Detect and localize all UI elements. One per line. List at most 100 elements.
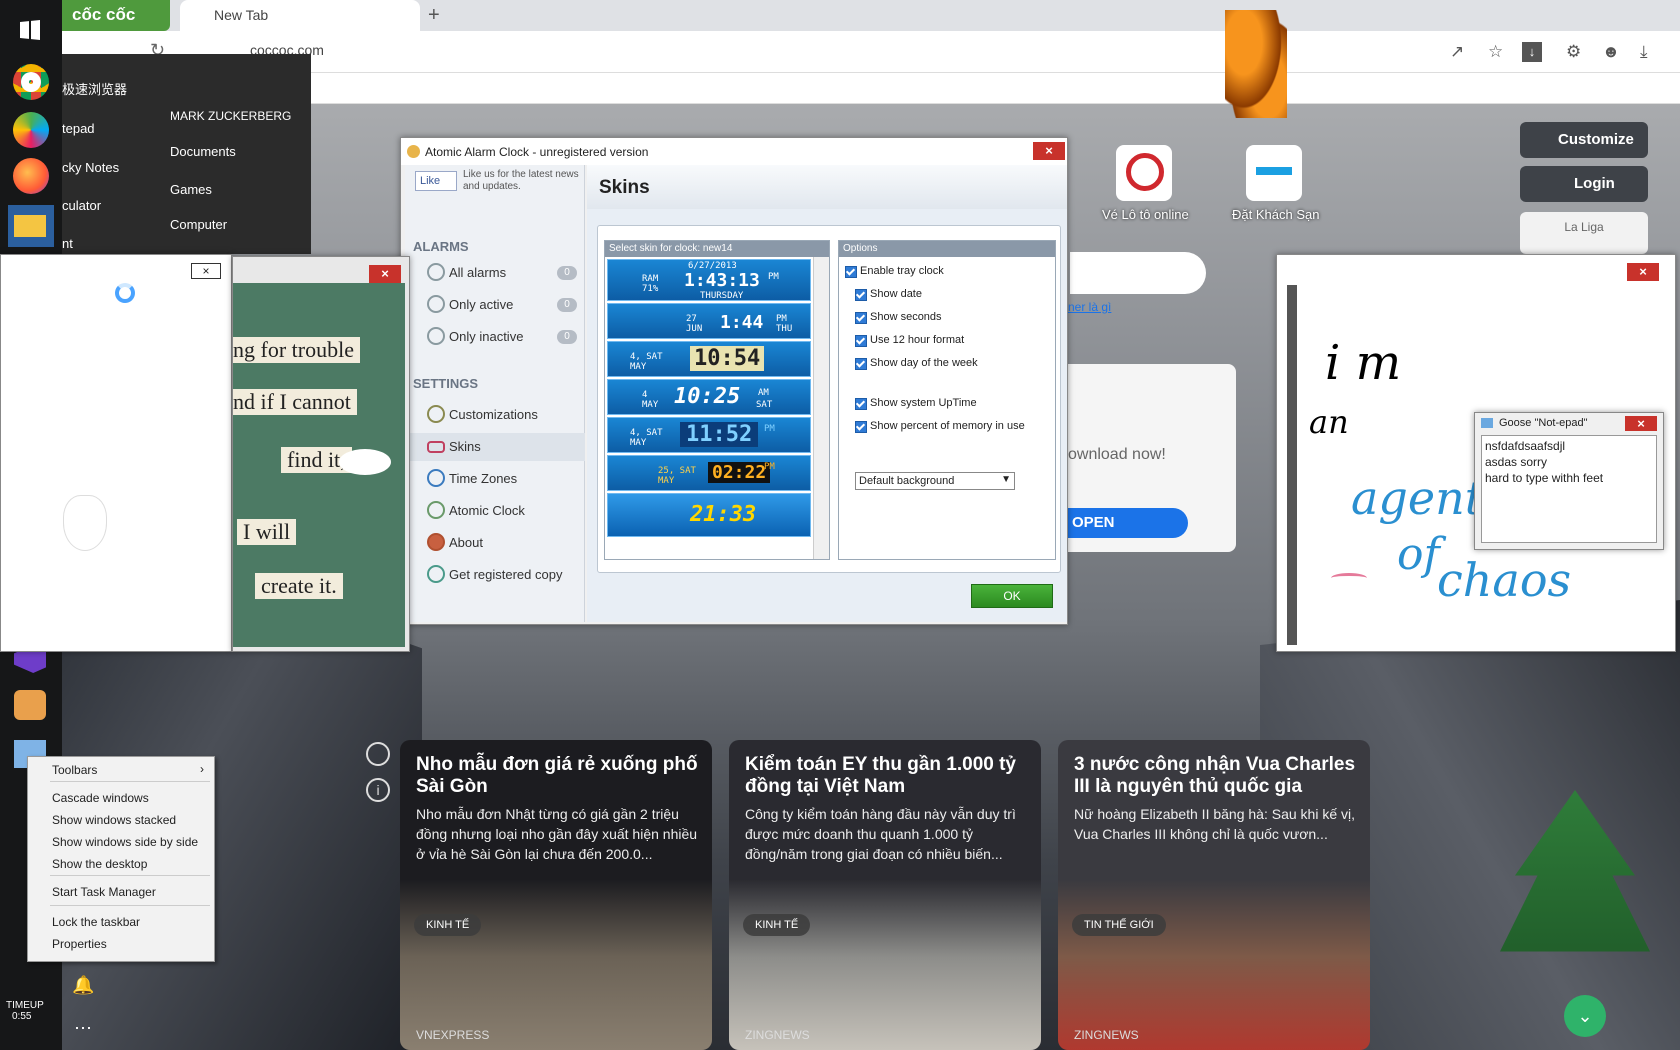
- show-system-uptime-checkbox[interactable]: Show system UpTime: [855, 397, 977, 410]
- file-explorer-icon[interactable]: [8, 205, 54, 247]
- start-right-item[interactable]: MARK ZUCKERBERG: [170, 109, 291, 123]
- info-icon[interactable]: i: [366, 778, 390, 802]
- sidebar-item-skins[interactable]: Skins: [405, 433, 585, 461]
- count-badge: 0: [557, 330, 577, 344]
- search-box[interactable]: [1070, 252, 1206, 294]
- start-left-item[interactable]: cky Notes: [62, 160, 152, 175]
- save-icon[interactable]: ⤓: [1640, 42, 1648, 62]
- shortcut-label: Vé Lô tô online: [1102, 207, 1189, 222]
- sidebar-item-time-zones[interactable]: Time Zones: [425, 465, 585, 493]
- skin-list-scrollbar[interactable]: [813, 257, 829, 559]
- sidebar-item-register[interactable]: Get registered copy: [425, 561, 585, 589]
- start-right-item[interactable]: Computer: [170, 217, 227, 232]
- profile-icon[interactable]: ☻: [1602, 42, 1620, 62]
- skin-option[interactable]: 4, SAT MAY 10:54: [607, 341, 811, 377]
- extensions-icon[interactable]: ⚙: [1566, 42, 1581, 62]
- shortcut-traveloka[interactable]: [1246, 145, 1302, 201]
- sidebar-item-only-active[interactable]: Only active 0: [425, 291, 585, 319]
- menu-item-task-manager[interactable]: Start Task Manager: [52, 885, 156, 899]
- chrome-icon[interactable]: [13, 64, 49, 100]
- paint-icon[interactable]: [14, 690, 46, 720]
- skin-ampm: PM: [776, 314, 787, 324]
- blank-window: ×: [0, 254, 232, 652]
- news-card[interactable]: 3 nước công nhận Vua Charles III là nguy…: [1058, 740, 1370, 1050]
- loading-spinner-icon: [115, 283, 135, 303]
- settings-gear-icon[interactable]: [366, 742, 390, 766]
- show-seconds-checkbox[interactable]: Show seconds: [855, 311, 942, 324]
- skin-list[interactable]: Select skin for clock: new14 6/27/2013 R…: [604, 240, 830, 560]
- customize-button[interactable]: Customize: [1520, 122, 1648, 158]
- menu-item-cascade[interactable]: Cascade windows: [52, 791, 149, 805]
- show-date-checkbox[interactable]: Show date: [855, 288, 922, 301]
- skin-date: 25, SAT MAY: [658, 466, 696, 486]
- menu-item-side-by-side[interactable]: Show windows side by side: [52, 835, 198, 849]
- close-button[interactable]: ×: [1625, 416, 1657, 431]
- skin-time: 21:33: [690, 502, 757, 527]
- news-title: Nho mẫu đơn giá rẻ xuống phố Sài Gòn: [416, 754, 698, 797]
- sidebar-item-all-alarms[interactable]: All alarms 0: [425, 259, 585, 287]
- start-left-item[interactable]: 极速浏览器: [62, 79, 152, 98]
- show-memory-checkbox[interactable]: Show percent of memory in use: [855, 420, 1025, 433]
- menu-item-toolbars[interactable]: Toolbars: [52, 763, 97, 777]
- close-button[interactable]: ×: [191, 263, 221, 279]
- item-label: Skins: [449, 439, 481, 454]
- coccoc-brand[interactable]: cốc cốc: [62, 0, 170, 31]
- start-left-item[interactable]: nt: [62, 236, 152, 251]
- share-icon[interactable]: ↗: [1450, 42, 1464, 62]
- skins-panel: Skins Select skin for clock: new14 6/27/…: [587, 165, 1067, 622]
- start-left-item[interactable]: tepad: [62, 121, 152, 136]
- close-button[interactable]: ×: [1627, 263, 1659, 281]
- news-description: Nho mẫu đơn Nhật từng có giá gần 2 triệu…: [416, 806, 698, 862]
- skin-option[interactable]: 25, SAT MAY 02:22 PM: [607, 455, 811, 491]
- like-button[interactable]: Like: [415, 171, 457, 191]
- firefox-icon[interactable]: [13, 158, 49, 194]
- menu-item-lock-taskbar[interactable]: Lock the taskbar: [52, 915, 140, 929]
- news-card[interactable]: Kiểm toán EY thu gần 1.000 tỷ đồng tại V…: [729, 740, 1041, 1050]
- close-button[interactable]: ×: [1033, 142, 1065, 160]
- news-card[interactable]: Nho mẫu đơn giá rẻ xuống phố Sài Gòn Nho…: [400, 740, 712, 1050]
- enable-tray-clock-checkbox[interactable]: Enable tray clock: [845, 265, 944, 278]
- scroll-down-icon[interactable]: ⌄: [1564, 995, 1606, 1037]
- poster-line: ng for trouble: [233, 337, 360, 363]
- skin-option[interactable]: 6/27/2013 RAM 71% 1:43:13 PM THURSDAY: [607, 259, 811, 301]
- windows-start-icon[interactable]: [20, 20, 40, 40]
- close-button[interactable]: ×: [369, 265, 401, 283]
- menu-item-properties[interactable]: Properties: [52, 937, 107, 951]
- sidebar-item-customizations[interactable]: Customizations: [425, 401, 585, 429]
- skin-ampm: AM: [758, 388, 769, 398]
- coccoc-icon[interactable]: [13, 112, 49, 148]
- skin-time: 10:54: [690, 346, 765, 371]
- use-12-hour-checkbox[interactable]: Use 12 hour format: [855, 334, 964, 347]
- start-right-item[interactable]: Games: [170, 182, 212, 197]
- sidebar-item-only-inactive[interactable]: Only inactive 0: [425, 323, 585, 351]
- skin-time: 1:44: [720, 312, 764, 333]
- download-link[interactable]: ner là gì: [1068, 300, 1111, 314]
- poster-image: ng for trouble nd if I cannot find it, I…: [233, 283, 405, 647]
- laliga-card[interactable]: La Liga: [1520, 212, 1648, 254]
- sidebar-item-atomic-clock[interactable]: Atomic Clock: [425, 497, 585, 525]
- shortcut-xoso[interactable]: [1116, 145, 1172, 201]
- skin-option-selected[interactable]: 21:33: [607, 493, 811, 537]
- show-day-of-week-checkbox[interactable]: Show day of the week: [855, 357, 978, 370]
- skin-option[interactable]: 4, SAT MAY 11:52 PM: [607, 417, 811, 453]
- start-left-item[interactable]: culator: [62, 198, 152, 213]
- open-button[interactable]: OPEN: [1068, 508, 1188, 538]
- start-right-item[interactable]: Documents: [170, 144, 236, 159]
- download-icon[interactable]: ↓: [1522, 42, 1542, 62]
- star-icon[interactable]: ☆: [1488, 42, 1503, 62]
- menu-item-show-desktop[interactable]: Show the desktop: [52, 857, 147, 871]
- skin-ampm: PM: [764, 424, 775, 434]
- skin-option[interactable]: 4 MAY 10:25 AM SAT: [607, 379, 811, 415]
- more-icon[interactable]: ⋯: [74, 1018, 92, 1039]
- new-tab-plus-icon[interactable]: +: [428, 4, 440, 27]
- tab-new-tab[interactable]: New Tab: [180, 0, 420, 31]
- ok-button[interactable]: OK: [971, 584, 1053, 608]
- notepad-textarea[interactable]: nsfdafdsaafsdjl asdas sorry hard to type…: [1481, 435, 1657, 543]
- menu-item-stacked[interactable]: Show windows stacked: [52, 813, 176, 827]
- sidebar-item-about[interactable]: About: [425, 529, 585, 557]
- login-button[interactable]: Login: [1520, 166, 1648, 202]
- skin-option[interactable]: 27 JUN 1:44 PM THU: [607, 303, 811, 339]
- item-label: Get registered copy: [449, 567, 563, 582]
- notification-bell-icon[interactable]: 🔔: [72, 975, 94, 996]
- background-select[interactable]: Default background ▼: [855, 472, 1015, 490]
